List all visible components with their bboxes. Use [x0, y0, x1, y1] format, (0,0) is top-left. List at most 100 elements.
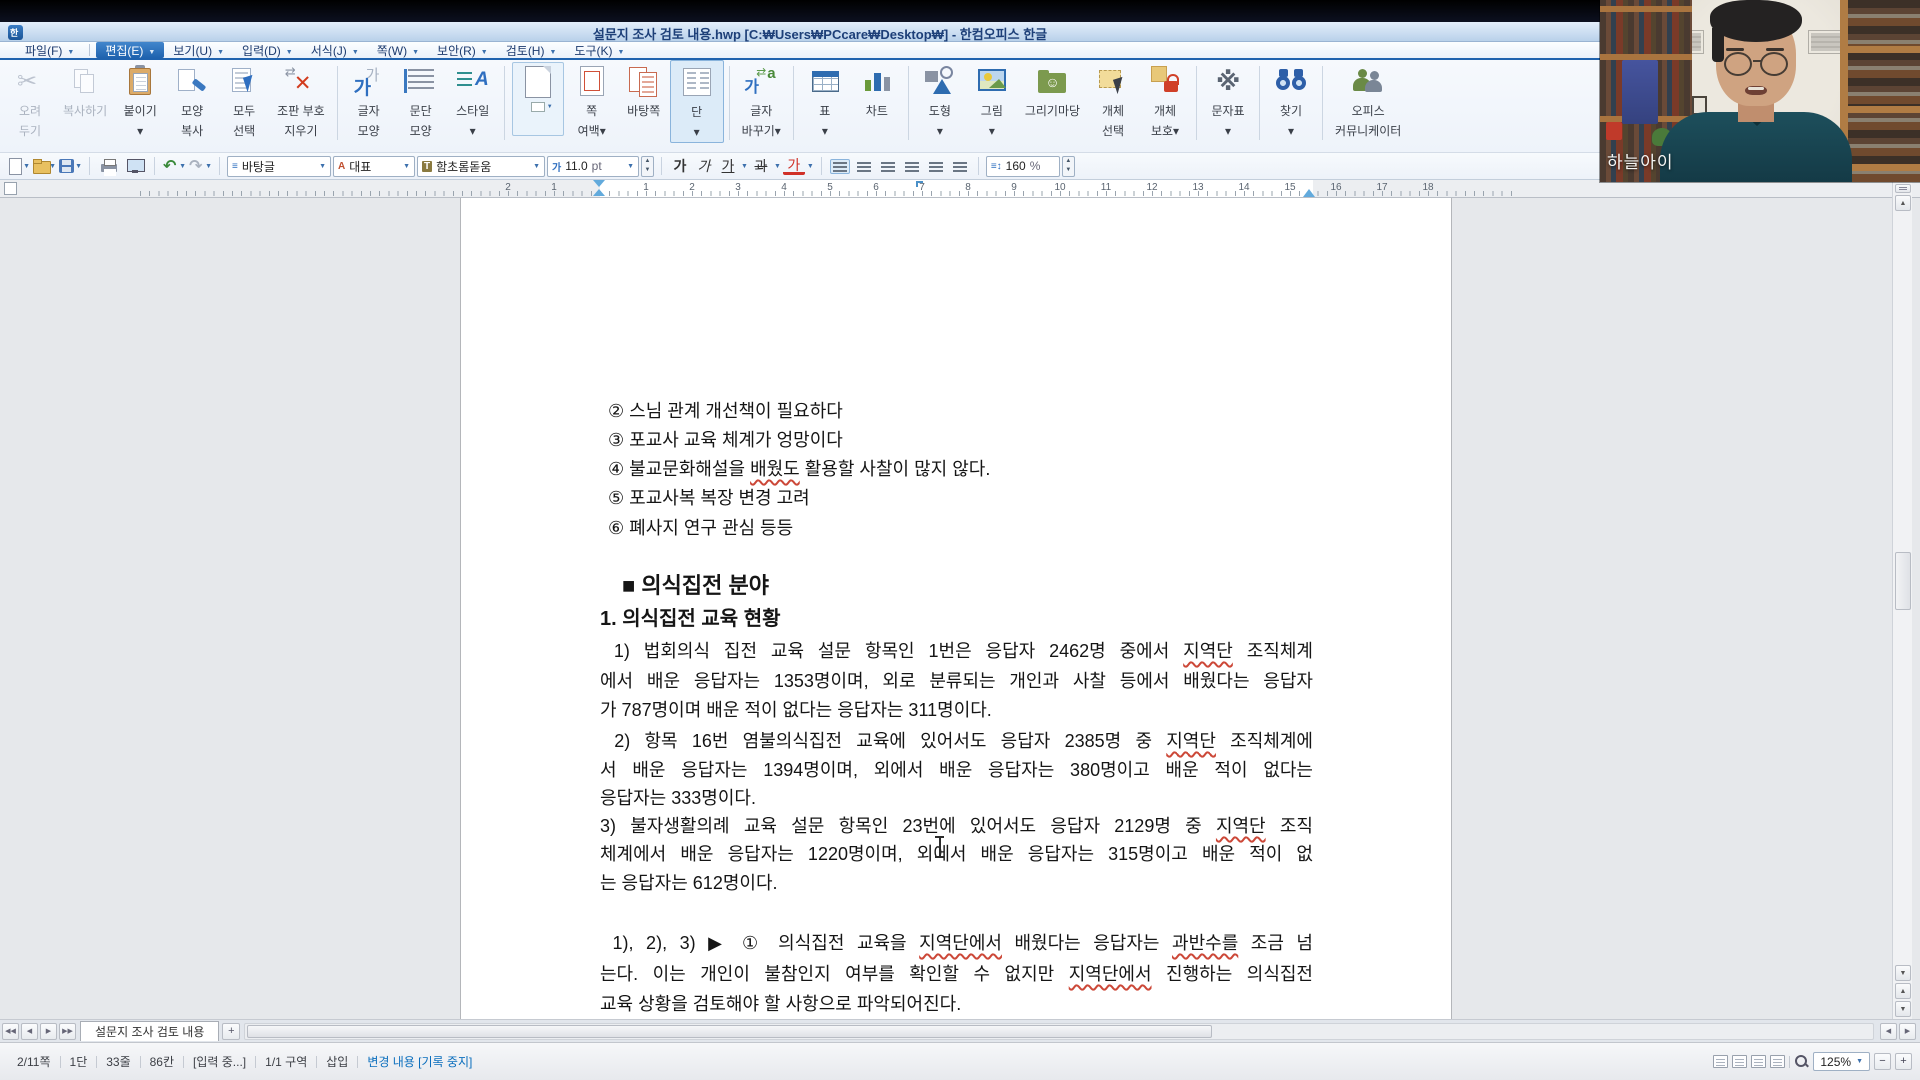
toolbar-button-문자표[interactable]: 문자표▾	[1202, 60, 1254, 141]
print-preview-button[interactable]	[123, 156, 147, 177]
add-tab-button[interactable]: +	[222, 1023, 240, 1040]
zoom-in-button[interactable]: +	[1895, 1053, 1912, 1070]
doc-line: 는 응답자는 612명이다.	[600, 869, 1313, 898]
font-size-stepper[interactable]: ▲▼	[641, 156, 654, 177]
toolbar-button-개체보호[interactable]: 개체보호▾	[1139, 60, 1191, 141]
toolbar-label: 지우기	[284, 121, 317, 141]
line-spacing-input[interactable]: ≡↕160%	[986, 156, 1060, 177]
basepage-icon	[625, 63, 663, 101]
align-center-button[interactable]	[878, 159, 898, 174]
font-size-input[interactable]: 가11.0pt▼	[547, 156, 639, 177]
toolbar-button-글자바꾸기[interactable]: 글자바꾸기▾	[735, 60, 788, 141]
toolbar-button-쪽여백[interactable]: 쪽여백▾	[566, 60, 618, 141]
menu-item-쪽[interactable]: 쪽(W)	[368, 42, 428, 58]
scroll-right-button[interactable]: ▶	[1899, 1023, 1916, 1040]
right-indent-marker[interactable]	[1303, 189, 1315, 197]
ruler-origin-box[interactable]	[4, 182, 17, 195]
first-tab-button[interactable]: ◀◀	[2, 1023, 19, 1040]
font-color-button[interactable]: 가	[783, 157, 805, 175]
toolbar-button-조판부호지우기[interactable]: 조판 부호지우기	[270, 60, 332, 141]
toolbar-button-도형[interactable]: 도형▾	[914, 60, 966, 141]
toolbar-button-차트[interactable]: 차트	[851, 60, 903, 121]
vertical-scrollbar[interactable]: ▲ ▼ ▲ ▼	[1892, 182, 1912, 1019]
italic-button[interactable]: 가	[693, 156, 715, 177]
line-spacing-stepper[interactable]: ▲▼	[1062, 156, 1075, 177]
align-justify-button[interactable]	[830, 159, 850, 174]
paper-setup-button[interactable]	[512, 62, 564, 136]
toolbar-button-찾기[interactable]: 찾기▾	[1265, 60, 1317, 141]
print-button[interactable]	[97, 156, 121, 177]
menu-item-입력[interactable]: 입력(D)	[233, 42, 302, 58]
doc-line: 3) 불자생활의례 교육 설문 항목인 23번에 있어서도 응답자 2129명 …	[600, 812, 1313, 841]
ruler-number: 11	[1101, 182, 1111, 193]
save-button[interactable]: ▼	[58, 156, 82, 177]
menu-item-보기[interactable]: 보기(U)	[164, 42, 233, 58]
menu-item-검토[interactable]: 검토(H)	[497, 42, 566, 58]
toolbar-separator	[1196, 66, 1197, 140]
menu-item-도구[interactable]: 도구(K)	[565, 42, 633, 58]
prev-page-button[interactable]: ▲	[1895, 983, 1911, 999]
last-tab-button[interactable]: ▶▶	[59, 1023, 76, 1040]
view-mode-width-icon[interactable]	[1732, 1055, 1747, 1068]
menu-item-보안[interactable]: 보안(R)	[428, 42, 497, 58]
font-family-select[interactable]: T함초롬돋움▼	[417, 156, 545, 177]
toolbar-separator	[793, 66, 794, 140]
indent-marker[interactable]	[592, 180, 606, 198]
align-right-button[interactable]	[902, 159, 922, 174]
horizontal-ruler[interactable]: 21123456789101112131415161718	[0, 180, 1920, 198]
text-segment: 조직체계에	[1216, 731, 1313, 751]
rep-style-select[interactable]: A대표▼	[333, 156, 415, 177]
bold-button[interactable]: 가	[669, 156, 691, 177]
zoom-out-button[interactable]: −	[1874, 1053, 1891, 1070]
align-distribute-button[interactable]	[926, 159, 946, 174]
new-document-button[interactable]: ▼	[6, 156, 30, 177]
prev-tab-button[interactable]: ◀	[21, 1023, 38, 1040]
menu-item-서식[interactable]: 서식(J)	[302, 42, 368, 58]
toolbar-button-글자모양[interactable]: 글자모양	[343, 60, 395, 141]
toolbar-button-모양복사[interactable]: 모양복사	[166, 60, 218, 141]
next-page-button[interactable]: ▼	[1895, 1001, 1911, 1017]
underline-button[interactable]: 가	[717, 156, 739, 177]
horizontal-scrollbar[interactable]	[244, 1023, 1874, 1040]
toolbar-button-단[interactable]: 단▾	[670, 60, 724, 143]
scroll-left-button[interactable]: ◀	[1880, 1023, 1897, 1040]
toolbar-label: ▾	[822, 121, 828, 141]
scroll-down-button[interactable]: ▼	[1895, 965, 1911, 981]
toolbar-button-그림[interactable]: 그림▾	[966, 60, 1018, 141]
toolbar-label: ▾	[1225, 121, 1231, 141]
window-title: 설문지 조사 검토 내용.hwp [C:₩Users₩PCcare₩Deskto…	[0, 24, 1640, 43]
toolbar-button-개체선택[interactable]: 개체선택	[1087, 60, 1139, 141]
scroll-up-button[interactable]: ▲	[1895, 195, 1911, 211]
document-tab[interactable]: 설문지 조사 검토 내용	[80, 1021, 219, 1041]
paragraph-style-select[interactable]: ≡바탕글▼	[227, 156, 331, 177]
toolbar-button-스타일[interactable]: 스타일▾	[447, 60, 499, 141]
document-area[interactable]: ② 스님 관계 개선책이 필요하다③ 포교사 교육 체계가 엉망이다④ 불교문화…	[0, 198, 1920, 1019]
toolbar-button-그리기마당[interactable]: 그리기마당	[1018, 60, 1087, 121]
horizontal-scroll-thumb[interactable]	[247, 1025, 1212, 1038]
vertical-scroll-thumb[interactable]	[1895, 552, 1911, 610]
align-divide-button[interactable]	[950, 159, 970, 174]
menu-item-편집[interactable]: 편집(E)	[96, 42, 164, 58]
toolbar-button-붙이기[interactable]: 붙이기▾	[114, 60, 166, 141]
zoom-magnifier-icon[interactable]	[1794, 1054, 1809, 1069]
toolbar-button-오피스커뮤니케이터[interactable]: 오피스커뮤니케이터	[1328, 60, 1408, 141]
toolbar-button-표[interactable]: 표▾	[799, 60, 851, 141]
chevron-down-icon	[352, 43, 359, 57]
split-view-handle[interactable]	[1895, 184, 1911, 193]
strikethrough-button[interactable]: 과	[750, 156, 772, 177]
open-button[interactable]: ▼	[32, 156, 56, 177]
toolbar-button-바탕쪽[interactable]: 바탕쪽	[618, 60, 670, 121]
view-mode-page-icon[interactable]	[1713, 1055, 1728, 1068]
menu-item-파일[interactable]: 파일(F)	[16, 42, 83, 58]
zoom-level-select[interactable]: 125%▼	[1813, 1052, 1870, 1071]
toolbar-button-모두선택[interactable]: 모두선택	[218, 60, 270, 141]
align-left-button[interactable]	[854, 159, 874, 174]
view-mode-outline-icon[interactable]	[1770, 1055, 1785, 1068]
view-mode-text-icon[interactable]	[1751, 1055, 1766, 1068]
toolbar-label: 찾기	[1280, 101, 1302, 121]
undo-button[interactable]: ▼	[162, 156, 186, 177]
next-tab-button[interactable]: ▶	[40, 1023, 57, 1040]
toolbar-button-문단모양[interactable]: 문단모양	[395, 60, 447, 141]
redo-button[interactable]: ▼	[188, 156, 212, 177]
ibeam-cursor	[934, 836, 945, 858]
